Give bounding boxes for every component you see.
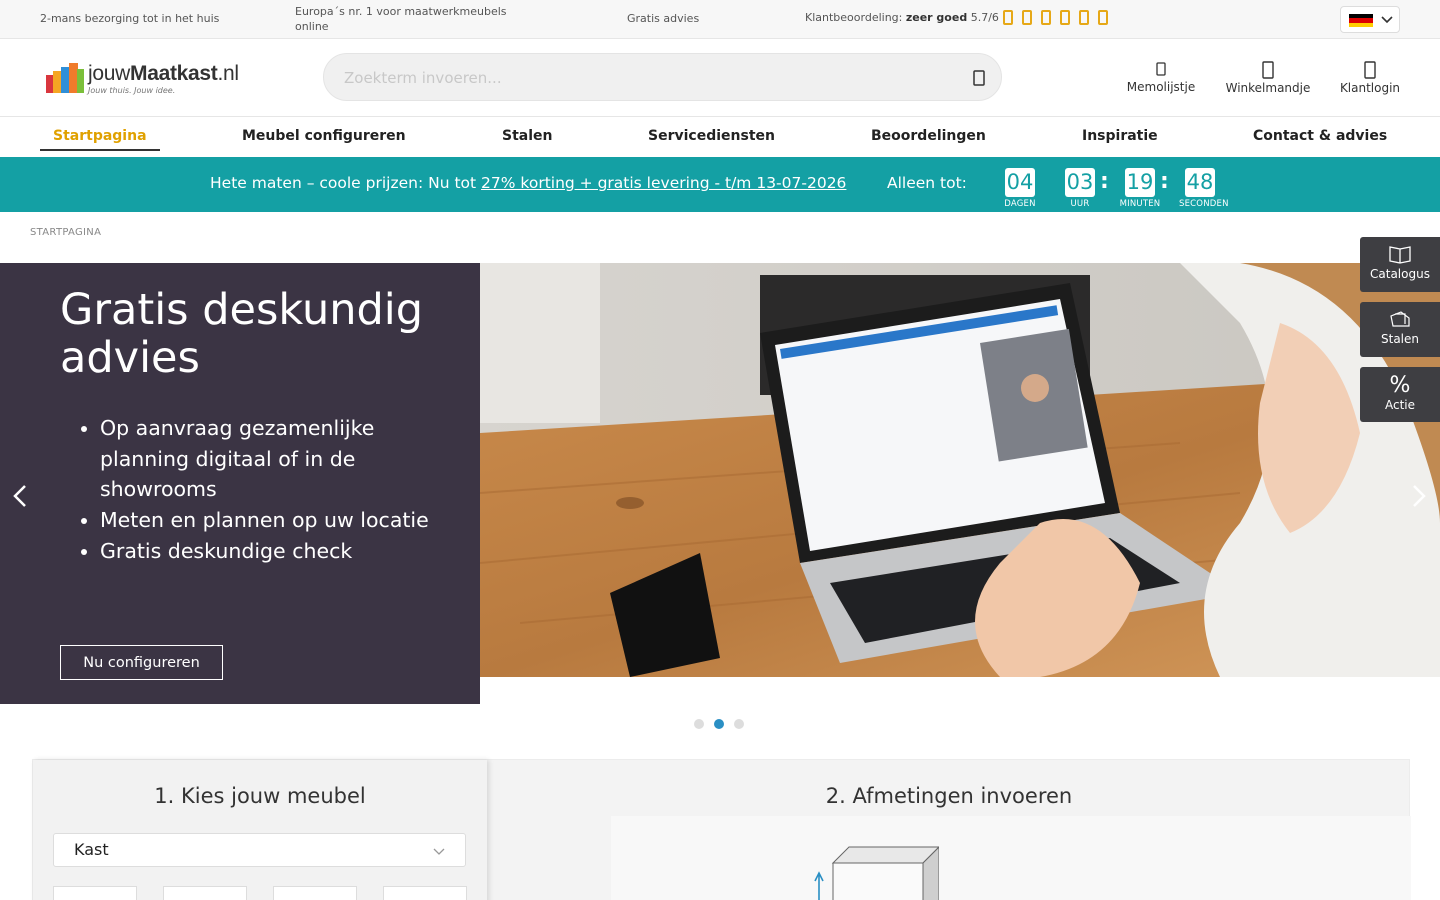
countdown-minutes: 19 MINUTEN	[1119, 168, 1161, 209]
configure-now-button[interactable]: Nu configureren	[60, 645, 223, 680]
carousel-dot[interactable]	[734, 719, 744, 729]
carousel-prev-arrow[interactable]	[10, 483, 30, 509]
site-header: jouwMaatkast.nl Jouw thuis. Jouw idee. M…	[0, 39, 1440, 116]
chevron-down-icon	[1381, 16, 1393, 24]
nav-inspiration[interactable]: Inspiratie	[1082, 128, 1158, 144]
star-icon	[1022, 10, 1032, 25]
furniture-thumbnail[interactable]	[273, 886, 357, 900]
configurator-step1: 1. Kies jouw meubel Kast	[33, 760, 487, 900]
login-link[interactable]: Klantlogin	[1334, 61, 1406, 95]
promo-side-button[interactable]: % Actie	[1360, 367, 1440, 422]
customer-rating[interactable]: Klantbeoordeling: zeer goed 5.7/6	[805, 11, 999, 24]
delivery-info: 2-mans bezorging tot in het huis	[40, 12, 220, 25]
nav-home[interactable]: Startpagina	[53, 128, 147, 144]
countdown-separator: :	[1160, 169, 1169, 194]
star-icon	[1079, 10, 1089, 25]
promo-text: Hete maten – coole prijzen: Nu tot 27% k…	[210, 174, 847, 192]
cart-link[interactable]: Winkelmandje	[1222, 61, 1314, 95]
promo-until: Alleen tot:	[887, 174, 967, 192]
logo-text: jouwMaatkast.nl	[88, 62, 239, 85]
advice-info: Gratis advies	[627, 12, 700, 25]
rating-value: 5.7/6	[970, 11, 999, 24]
search-input[interactable]	[344, 66, 944, 90]
rating-word: zeer goed	[905, 11, 968, 24]
europe-info: Europa´s nr. 1 voor maatwerkmeubels onli…	[295, 5, 507, 33]
furniture-thumbnail[interactable]	[383, 886, 467, 900]
hero-bullet: Meten en plannen op uw locatie	[100, 505, 440, 536]
countdown-days: 04 DAGEN	[1004, 168, 1036, 209]
memo-list-link[interactable]: Memolijstje	[1122, 60, 1200, 94]
star-icon	[1041, 10, 1051, 25]
nav-samples[interactable]: Stalen	[502, 128, 552, 144]
cart-icon	[1262, 61, 1274, 79]
cart-label: Winkelmandje	[1225, 81, 1311, 95]
swatches-icon	[1390, 311, 1410, 327]
nav-configure[interactable]: Meubel configureren	[242, 128, 406, 144]
search-bar	[323, 53, 1002, 101]
carousel-dots	[694, 719, 744, 729]
percent-icon: %	[1389, 373, 1411, 398]
dimensions-area	[611, 816, 1411, 900]
catalog-side-button[interactable]: Catalogus	[1360, 237, 1440, 292]
active-nav-underline	[40, 149, 160, 151]
furniture-type-value: Kast	[74, 840, 109, 859]
breadcrumb[interactable]: STARTPAGINA	[30, 227, 101, 238]
language-selector[interactable]	[1340, 6, 1400, 33]
countdown-hours: 03 UUR	[1065, 168, 1095, 209]
nav-services[interactable]: Servicediensten	[648, 128, 775, 144]
star-icon	[1003, 10, 1013, 25]
carousel-dot[interactable]	[694, 719, 704, 729]
furniture-thumbnails	[53, 886, 467, 900]
promo-link[interactable]: 27% korting + gratis levering - t/m 13-0…	[481, 174, 846, 192]
rating-prefix: Klantbeoordeling:	[805, 11, 903, 24]
hero-text-panel: Gratis deskundig advies Op aanvraag geza…	[0, 263, 480, 704]
search-icon[interactable]	[970, 69, 988, 87]
step2-title: 2. Afmetingen invoeren	[825, 784, 1073, 808]
site-logo[interactable]: jouwMaatkast.nl Jouw thuis. Jouw idee.	[46, 61, 246, 101]
star-icon	[1060, 10, 1070, 25]
hero-image	[480, 263, 1440, 677]
samples-label: Stalen	[1381, 332, 1419, 346]
top-bar: 2-mans bezorging tot in het huis Europa´…	[0, 0, 1440, 39]
furniture-thumbnail[interactable]	[163, 886, 247, 900]
logo-tagline: Jouw thuis. Jouw idee.	[88, 86, 176, 95]
catalog-label: Catalogus	[1370, 267, 1430, 281]
carousel-dot-active[interactable]	[714, 719, 724, 729]
hero-bullets: Op aanvraag gezamenlijke planning digita…	[100, 413, 440, 567]
promo-side-label: Actie	[1384, 398, 1416, 412]
countdown-seconds: 48 SECONDEN	[1179, 168, 1229, 209]
laptop-photo	[480, 263, 1440, 677]
cabinet-dimension-illustration	[814, 846, 939, 900]
rating-stars	[1003, 10, 1108, 25]
promo-banner: Hete maten – coole prijzen: Nu tot 27% k…	[0, 157, 1440, 212]
countdown-separator: :	[1100, 169, 1109, 194]
carousel-next-arrow[interactable]	[1409, 483, 1429, 509]
main-navigation: Startpagina Meubel configureren Stalen S…	[0, 116, 1440, 157]
configurator: 1. Kies jouw meubel Kast 2. Afmetingen i…	[32, 759, 1411, 900]
memo-label: Memolijstje	[1126, 80, 1196, 94]
memo-icon	[1156, 62, 1166, 76]
star-icon	[1098, 10, 1108, 25]
nav-contact[interactable]: Contact & advies	[1253, 128, 1387, 144]
chevron-down-icon	[433, 848, 445, 855]
samples-side-button[interactable]: Stalen	[1360, 302, 1440, 357]
book-icon	[1389, 246, 1411, 264]
step1-title: 1. Kies jouw meubel	[154, 784, 366, 808]
german-flag-icon	[1349, 14, 1373, 27]
login-label: Klantlogin	[1339, 81, 1401, 95]
hero-bullet: Op aanvraag gezamenlijke planning digita…	[100, 413, 440, 505]
furniture-type-select[interactable]: Kast	[53, 833, 466, 867]
furniture-thumbnail[interactable]	[53, 886, 137, 900]
user-icon	[1364, 61, 1376, 79]
nav-reviews[interactable]: Beoordelingen	[871, 128, 986, 144]
logo-icon	[46, 63, 84, 93]
hero-title: Gratis deskundig advies	[60, 285, 424, 383]
hero-bullet: Gratis deskundige check	[100, 536, 440, 567]
